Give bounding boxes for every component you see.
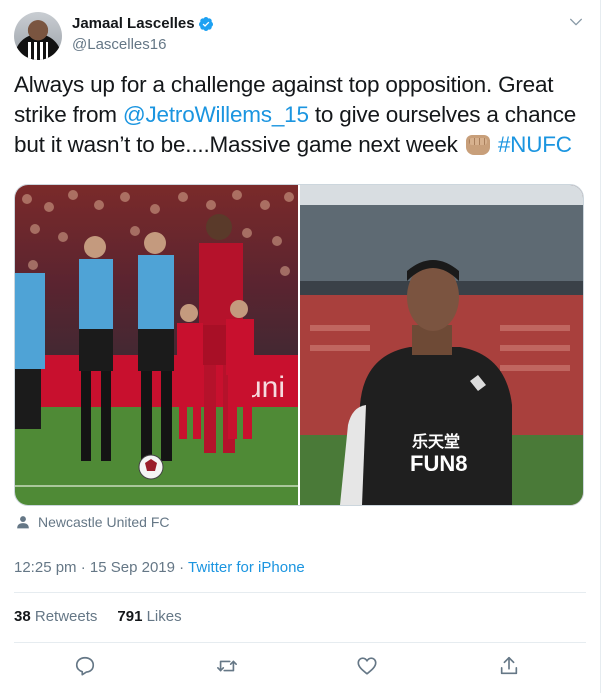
- likes-label: Likes: [146, 608, 182, 625]
- retweet-icon[interactable]: [216, 655, 238, 677]
- media-grid: uni 乐天堂 FUN8: [14, 184, 584, 506]
- mention-link[interactable]: @JetroWillems_15: [123, 102, 309, 127]
- tweet-date[interactable]: 15 Sep 2019: [90, 559, 175, 576]
- retweets-stat[interactable]: 38 Retweets: [14, 608, 97, 625]
- retweets-count: 38: [14, 608, 31, 625]
- location-label[interactable]: Newcastle United FC: [38, 514, 170, 530]
- tweet-time[interactable]: 12:25 pm: [14, 559, 77, 576]
- photo-player-portrait[interactable]: 乐天堂 FUN8: [300, 185, 583, 505]
- tweet-text: Always up for a challenge against top op…: [14, 70, 588, 160]
- verified-badge-icon: [198, 16, 213, 31]
- display-name[interactable]: Jamaal Lascelles: [72, 15, 195, 32]
- avatar[interactable]: [14, 12, 62, 60]
- fist-bump-emoji-icon: [465, 135, 490, 155]
- tweet-stats: 38 Retweets 791 Likes: [14, 608, 202, 625]
- tweet-actions: [0, 655, 601, 679]
- heart-icon[interactable]: [356, 655, 378, 677]
- hashtag-link[interactable]: #NUFC: [498, 132, 572, 157]
- divider: [14, 592, 586, 593]
- reply-icon[interactable]: [74, 655, 96, 677]
- meta-separator: ·: [80, 559, 86, 576]
- likes-stat[interactable]: 791 Likes: [117, 608, 181, 625]
- likes-count: 791: [117, 608, 143, 625]
- shirt-sponsor-cjk: 乐天堂: [412, 432, 460, 451]
- tweet-source-link[interactable]: Twitter for iPhone: [188, 559, 305, 576]
- person-icon: [17, 516, 29, 529]
- divider: [14, 642, 586, 643]
- photo-match-lineup[interactable]: uni: [15, 185, 298, 505]
- author-name-row[interactable]: Jamaal Lascelles: [72, 15, 214, 32]
- meta-separator: ·: [179, 559, 185, 576]
- chevron-down-icon[interactable]: [568, 14, 584, 30]
- tweet-header: Jamaal Lascelles @Lascelles16: [14, 12, 586, 62]
- author-handle[interactable]: @Lascelles16: [72, 36, 166, 53]
- tweet-meta: 12:25 pm · 15 Sep 2019 · Twitter for iPh…: [14, 559, 305, 576]
- share-icon[interactable]: [498, 655, 520, 677]
- location-tag[interactable]: Newcastle United FC: [16, 514, 170, 530]
- retweets-label: Retweets: [34, 608, 98, 625]
- shirt-sponsor-latin: FUN8: [410, 451, 467, 476]
